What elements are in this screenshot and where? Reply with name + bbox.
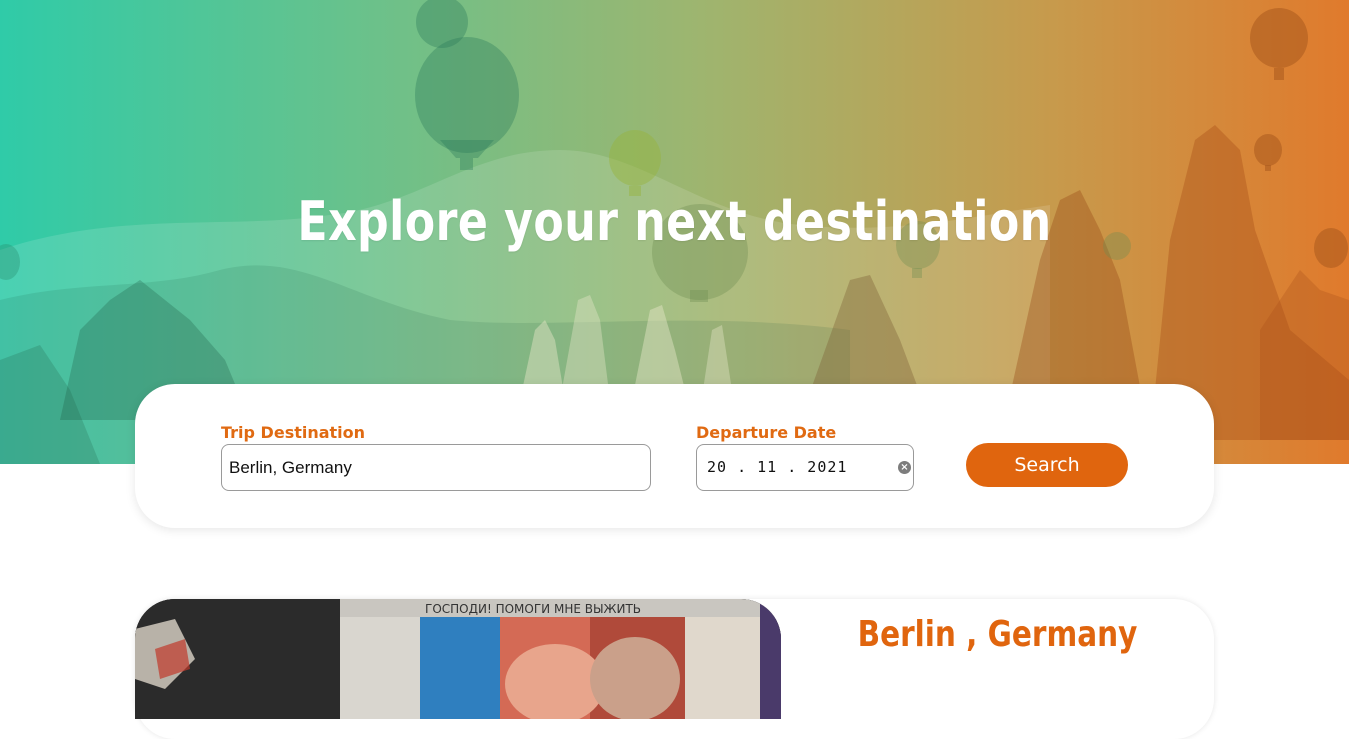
destination-label: Trip Destination [221, 423, 366, 442]
search-card: Trip Destination Departure Date 20 . 11 … [135, 384, 1214, 528]
departure-date-input[interactable]: 20 . 11 . 2021 × [696, 444, 914, 491]
search-button[interactable]: Search [966, 443, 1128, 487]
result-title: Berlin , Germany [857, 614, 1138, 655]
destination-input[interactable] [221, 444, 651, 491]
date-value: 20 . 11 . 2021 [707, 458, 848, 476]
clear-date-icon[interactable]: × [898, 461, 911, 474]
date-label: Departure Date [696, 423, 837, 442]
result-image: ГОСПОДИ! ПОМОГИ МНЕ ВЫЖИТЬ [135, 599, 781, 719]
hero-title: Explore your next destination [297, 190, 1052, 253]
mural-image: ГОСПОДИ! ПОМОГИ МНЕ ВЫЖИТЬ [135, 599, 781, 719]
mural-caption: ГОСПОДИ! ПОМОГИ МНЕ ВЫЖИТЬ [425, 602, 641, 616]
